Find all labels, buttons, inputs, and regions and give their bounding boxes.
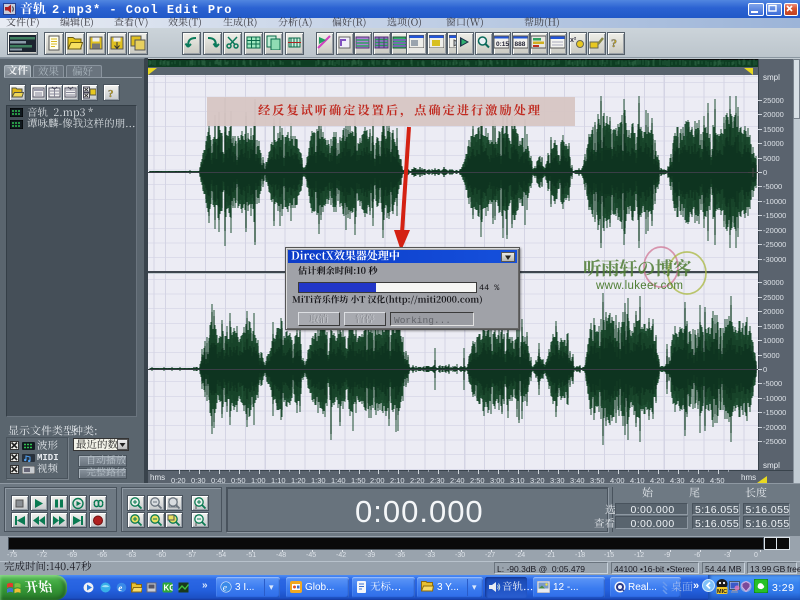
svg-text:?: ? [611, 36, 617, 50]
svg-text:0:15: 0:15 [496, 41, 509, 48]
svg-text:x²: x² [570, 37, 577, 44]
svg-text:MIC: MIC [717, 589, 727, 595]
svg-text:e: e [223, 584, 227, 594]
svg-text:KG: KG [164, 583, 174, 592]
svg-text:e: e [118, 582, 122, 592]
svg-text:?: ? [108, 88, 114, 99]
svg-text:888: 888 [514, 41, 525, 48]
